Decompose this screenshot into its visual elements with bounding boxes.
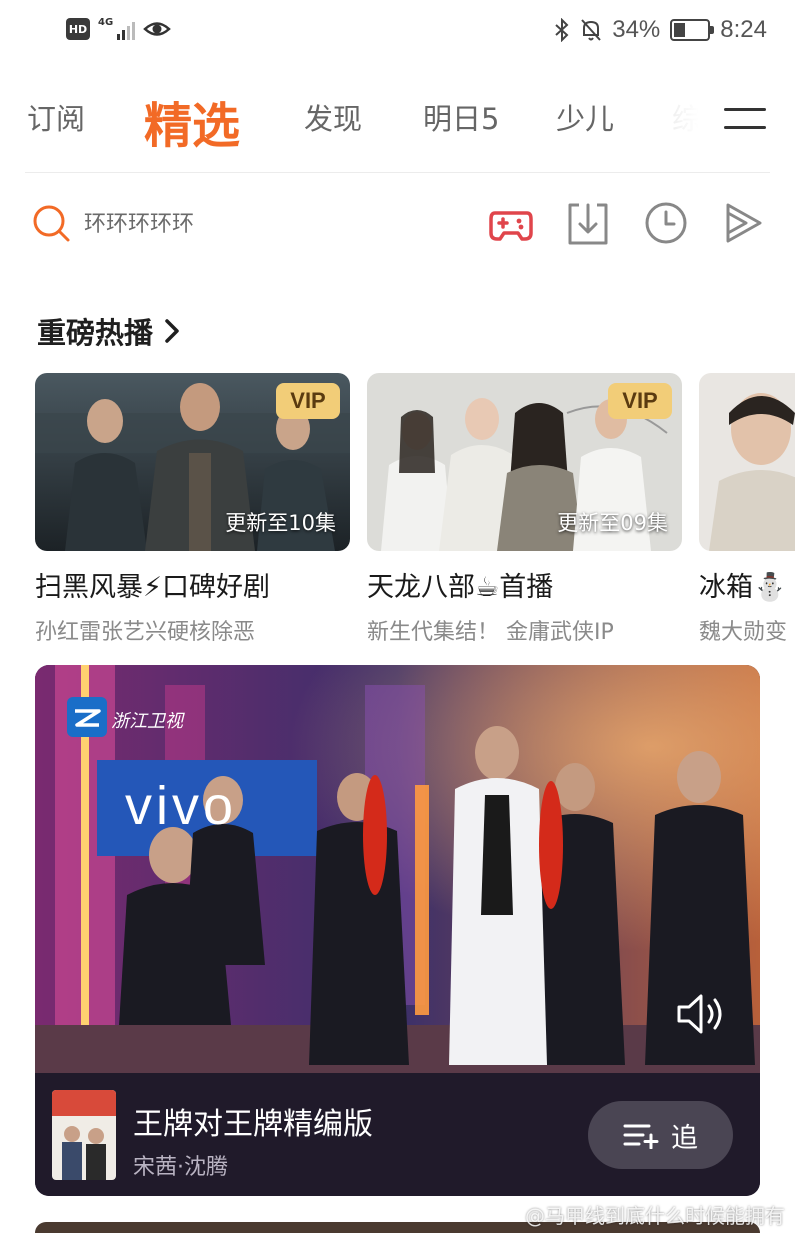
- tab-discover[interactable]: 发现: [304, 96, 362, 138]
- battery-icon: [670, 19, 715, 41]
- battery-fill: [674, 23, 686, 37]
- status-left: HD 4G: [66, 17, 172, 40]
- add-to-list-icon: [623, 1124, 659, 1149]
- poster-image: [52, 1090, 116, 1180]
- episode-status: 更新至09集: [557, 511, 668, 535]
- hero-feature[interactable]: 浙江卫视 vivo 王牌对王牌精编版 宋茜·沈腾 追: [35, 665, 760, 1196]
- show-card[interactable]: 冰箱⛄ 魏大勋变: [699, 373, 795, 643]
- show-subtitle: 魏大勋变: [699, 620, 788, 643]
- poster-image: [699, 373, 795, 551]
- watermark: @马甲线到底什么时候能拥有: [525, 1204, 785, 1228]
- show-card[interactable]: VIP 更新至09集 天龙八部☕首播 新生代集结！ 金庸武侠IP: [367, 373, 682, 645]
- hero-subtitle: 宋茜·沈腾: [133, 1155, 228, 1180]
- show-subtitle: 孙红雷张艺兴硬核除恶: [35, 620, 256, 645]
- chevron-right-icon: [165, 319, 179, 343]
- status-right: 34% 8:24: [554, 16, 767, 44]
- show-title: 扫黑风暴⚡口碑好剧: [35, 572, 270, 603]
- show-card[interactable]: VIP 更新至10集 扫黑风暴⚡口碑好剧 孙红雷张艺兴硬核除恶: [35, 373, 350, 645]
- show-thumbnail[interactable]: VIP 更新至09集: [367, 373, 682, 551]
- search-input[interactable]: [84, 207, 464, 241]
- vip-badge: VIP: [276, 383, 340, 419]
- hero-poster-thumb[interactable]: [52, 1090, 116, 1180]
- eye-comfort-icon: [143, 22, 172, 36]
- tab-kids[interactable]: 少儿: [556, 96, 614, 138]
- follow-label: 追: [671, 1122, 698, 1154]
- follow-button[interactable]: 追: [588, 1101, 733, 1169]
- hd-icon: HD: [66, 18, 90, 40]
- episode-status: 更新至10集: [225, 511, 336, 535]
- show-subtitle: 新生代集结！ 金庸武侠IP: [367, 620, 614, 645]
- channel-logo-text: 浙江卫视: [111, 711, 183, 732]
- show-thumbnail[interactable]: VIP 更新至10集: [35, 373, 350, 551]
- tab-subscribe[interactable]: 订阅: [27, 96, 85, 138]
- menu-icon[interactable]: [724, 104, 766, 132]
- tab-featured[interactable]: 精选: [144, 86, 240, 156]
- clock: 8:24: [720, 16, 767, 43]
- history-icon[interactable]: [642, 199, 690, 247]
- network-type: 4G: [98, 17, 114, 28]
- sponsor-logo: vivo: [125, 776, 238, 836]
- tab-fade: [640, 86, 730, 152]
- section-title: 重磅热播: [37, 316, 154, 350]
- vip-badge: VIP: [608, 383, 672, 419]
- volume-icon[interactable]: [675, 990, 731, 1038]
- download-icon[interactable]: [564, 199, 612, 247]
- show-title: 冰箱⛄: [699, 572, 787, 603]
- signal-icon: 4G: [98, 17, 136, 40]
- show-title: 天龙八部☕首播: [367, 572, 554, 603]
- hero-info-bar: 王牌对王牌精编版 宋茜·沈腾 追: [35, 1073, 760, 1196]
- search-icon[interactable]: [32, 203, 72, 243]
- mute-bell-icon: [581, 19, 601, 41]
- search-row: [0, 195, 795, 255]
- gamepad-icon[interactable]: [487, 199, 535, 247]
- tab-tomorrow[interactable]: 明日5: [423, 96, 499, 138]
- battery-percent: 34%: [612, 16, 661, 43]
- hero-title: 王牌对王牌精编版: [133, 1107, 373, 1142]
- show-thumbnail[interactable]: [699, 373, 795, 551]
- divider: [25, 172, 770, 173]
- bluetooth-icon: [555, 18, 569, 42]
- status-bar: HD 4G 34% 8:24: [0, 0, 795, 64]
- channel-tabs: 订阅 精选 发现 明日5 少儿 综: [0, 86, 795, 154]
- channel-logo-icon: [67, 697, 107, 737]
- section-header[interactable]: 重磅热播: [37, 310, 181, 352]
- play-icon[interactable]: [720, 199, 768, 247]
